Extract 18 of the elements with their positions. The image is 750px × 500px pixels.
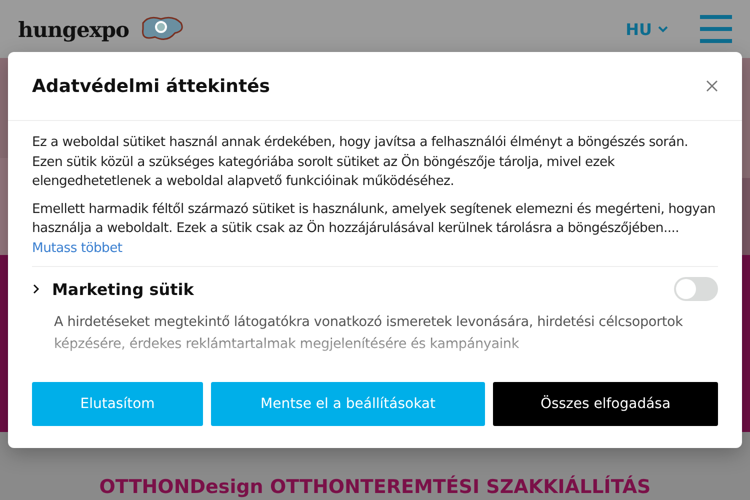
- dialog-title: Adatvédelmi áttekintés: [32, 76, 270, 96]
- category-description: A hirdetéseket megtekintő látogatókra vonatkozó ismeretek levonására, hirdetési célcsoportok képzésére, érdekes reklámtartalmak megjelenítésére és kampányaink: [54, 313, 684, 354]
- logo[interactable]: hungexpo: [18, 16, 130, 42]
- close-icon[interactable]: [706, 80, 718, 92]
- language-selector[interactable]: HU: [626, 20, 668, 38]
- menu-icon[interactable]: [700, 15, 732, 43]
- chevron-right-icon: [32, 284, 40, 294]
- chevron-down-icon: [658, 25, 668, 33]
- category-header[interactable]: Marketing sütik: [32, 280, 194, 298]
- action-button[interactable]: Mentse el a beállításokat: [211, 382, 485, 426]
- body-text: Emellett harmadik féltől származó sütiket is használunk, amelyek segítenek elemezni és megérteni, hogyan használja a weboldalt. Ezek a sütik csak az Ön hozzájárulásával kerülnek tárolásra a böngészőjében.... Mutass többet: [32, 200, 716, 258]
- accept-button[interactable]: Összes elfogadása: [493, 382, 718, 426]
- action-button[interactable]: Elutasítom: [32, 382, 203, 426]
- toggle-switch[interactable]: [674, 277, 718, 301]
- body-text: Ez a weboldal sütiket használ annak érdekében, hogy javítsa a felhasználói élményt a böngészés során. Ezen sütik közül a szükséges kategóriába sorolt sütiket az Ön böngészője tárolja, mivel ezek elengedhetetlenek a weboldal alapvető funkcióinak működéséhez.: [32, 134, 690, 191]
- logo-icon: [139, 15, 186, 43]
- page-heading: OTTHONDesign OTTHONTEREMTÉSI SZAKKIÁLLÍTÁS: [99, 476, 651, 498]
- show-more-link[interactable]: Mutass többet: [32, 240, 122, 256]
